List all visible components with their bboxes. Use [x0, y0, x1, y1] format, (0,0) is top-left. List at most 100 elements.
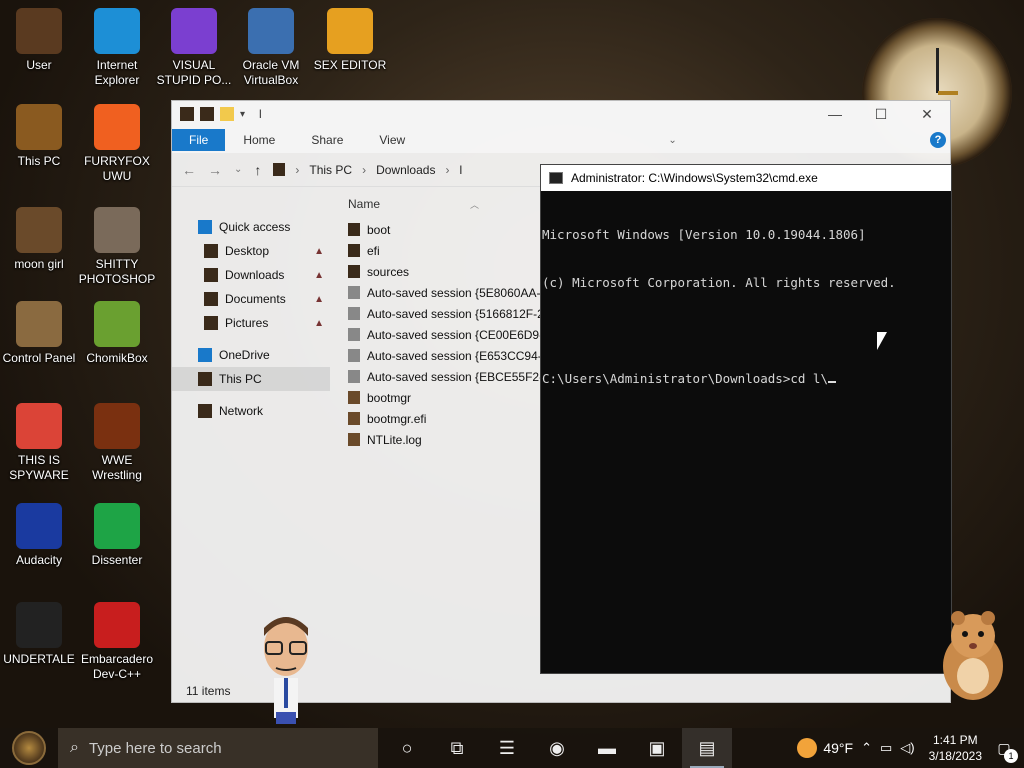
tab-home[interactable]: Home [225, 133, 293, 147]
pin-icon[interactable]: ▲ [314, 246, 324, 257]
desktop-icon[interactable]: VISUAL STUPID PO... [155, 8, 233, 88]
hex-editor-icon [327, 8, 373, 54]
weather-temp: 49°F [823, 740, 854, 756]
breadcrumb-current[interactable]: l [459, 163, 462, 177]
xml-file-icon [348, 286, 360, 299]
desktop-icon[interactable]: moon girl [0, 207, 78, 272]
sort-ascending-icon: ︿ [470, 199, 480, 210]
volume-icon[interactable]: ◁) [900, 740, 914, 756]
desktop-icon[interactable]: FURRYFOX UWU [78, 104, 156, 184]
nav-item[interactable]: Quick access [172, 215, 330, 239]
visual-studio-icon [171, 8, 217, 54]
desktop-icon-label: User [26, 58, 52, 72]
file-explorer-icon[interactable]: ▬ [582, 728, 632, 768]
desktop-icon[interactable]: SEX EDITOR [311, 8, 389, 73]
chrome-icon[interactable]: ◉ [532, 728, 582, 768]
desktop-icon[interactable]: THIS IS SPYWARE [0, 403, 78, 483]
nav-item[interactable]: OneDrive [172, 343, 330, 367]
desktop-icon-label: SEX EDITOR [313, 58, 387, 72]
desktop-icon[interactable]: Internet Explorer [78, 8, 156, 88]
cmd-window[interactable]: Administrator: C:\Windows\System32\cmd.e… [540, 164, 952, 674]
pin-icon[interactable]: ▲ [314, 270, 324, 281]
task-view-icon[interactable]: ⧉ [432, 728, 482, 768]
network-icon[interactable]: ▭ [880, 740, 892, 756]
desktop-icon[interactable]: Control Panel [0, 301, 78, 366]
nav-item[interactable]: Desktop ▲ [172, 239, 330, 263]
cmd-icon [549, 172, 563, 184]
chomikbox-icon [94, 301, 140, 347]
show-hidden-icons-icon[interactable]: ⌃ [861, 740, 872, 756]
desktop-icon-label: Internet Explorer [94, 58, 140, 87]
maximize-icon[interactable]: ☐ [858, 106, 904, 123]
desktop-icon-label: WWE Wrestling [92, 453, 142, 482]
pictures-folder-icon [204, 316, 218, 330]
nav-item[interactable]: This PC [172, 367, 330, 391]
desktop-icon[interactable]: ChomikBox [78, 301, 156, 366]
folder-icon [348, 265, 360, 278]
tab-share[interactable]: Share [293, 133, 361, 147]
breadcrumb-this-pc[interactable]: This PC [309, 163, 352, 177]
chrome-icon [16, 403, 62, 449]
desktop-icon[interactable]: Dissenter [78, 503, 156, 568]
minimize-icon[interactable]: — [812, 106, 858, 123]
help-icon[interactable]: ? [929, 132, 946, 148]
desktop-icon-label: VISUAL STUPID PO... [156, 58, 232, 87]
cmd-title: Administrator: C:\Windows\System32\cmd.e… [571, 171, 818, 185]
nav-item-label: OneDrive [219, 348, 270, 362]
desktop-icon[interactable]: Oracle VM VirtualBox [232, 8, 310, 88]
console-line: Microsoft Windows [Version 10.0.19044.18… [542, 227, 866, 242]
pin-icon[interactable]: ▲ [314, 294, 324, 305]
properties-icon[interactable] [200, 107, 214, 121]
nav-item[interactable]: Network [172, 399, 330, 423]
desktop-icon[interactable]: WWE Wrestling [78, 403, 156, 483]
start-button[interactable] [0, 728, 58, 768]
clock-date: 3/18/2023 [928, 749, 982, 763]
tab-view[interactable]: View [361, 133, 423, 147]
text-cursor-icon [827, 371, 836, 383]
desktop-icon[interactable]: Audacity [0, 503, 78, 568]
desktop-icon-label: Oracle VM VirtualBox [242, 58, 300, 87]
weather-widget[interactable]: 49°F [797, 738, 853, 758]
log-file-icon [348, 433, 360, 446]
action-center-button[interactable]: ▢ 1 [990, 740, 1018, 763]
cortana-icon[interactable]: ○ [382, 728, 432, 768]
cmd-console[interactable]: Microsoft Windows [Version 10.0.19044.18… [541, 191, 951, 419]
desktop-icon[interactable]: SHITTY PHOTOSHOP [78, 207, 156, 287]
breadcrumb-downloads[interactable]: Downloads [376, 163, 435, 177]
chomikbox-icon[interactable]: ▣ [632, 728, 682, 768]
tab-file[interactable]: File [172, 129, 226, 151]
console-prompt-line[interactable]: C:\Users\Administrator\Downloads>cd l\ [542, 371, 951, 387]
nav-item[interactable]: Pictures ▲ [172, 311, 330, 335]
hamster-mascot [943, 611, 1003, 700]
desktop-icon[interactable]: This PC [0, 104, 78, 169]
desktop-icon-label: ChomikBox [86, 351, 148, 365]
recent-locations-icon[interactable]: ⌄ [234, 164, 242, 175]
nav-item[interactable]: Downloads ▲ [172, 263, 330, 287]
xml-file-icon [348, 307, 360, 320]
desktop-icon[interactable]: User [0, 8, 78, 73]
cmd-icon[interactable]: ▤ [682, 728, 732, 768]
back-arrow-icon[interactable]: ← [182, 162, 196, 178]
nav-item[interactable]: Documents ▲ [172, 287, 330, 311]
user-icon [16, 8, 62, 54]
taskbar: ⌕ Type here to search ○ ⧉ ☰ ◉ ▬ ▣ ▤ 49°F ⌃ ▭ ◁… [0, 728, 1024, 768]
customize-toolbar-icon[interactable]: ▾ [240, 109, 245, 120]
desktop-icon[interactable]: UNDERTALE [0, 602, 78, 667]
desktop-icon-label: Embarcadero Dev-C++ [80, 652, 154, 681]
taskbar-search-box[interactable]: ⌕ Type here to search [58, 728, 378, 768]
close-icon[interactable]: ✕ [904, 106, 950, 123]
firefox-icon [94, 104, 140, 150]
explorer-titlebar[interactable]: ▾ l — ☐ ✕ [172, 101, 950, 127]
wwe-icon [94, 403, 140, 449]
taskbar-clock[interactable]: 1:41 PM 3/18/2023 [929, 732, 982, 764]
up-arrow-icon[interactable]: ↑ [254, 162, 261, 178]
new-folder-icon[interactable] [220, 107, 234, 121]
forward-arrow-icon[interactable]: → [208, 162, 222, 178]
cmd-titlebar[interactable]: Administrator: C:\Windows\System32\cmd.e… [541, 165, 951, 191]
desktop-icon[interactable]: Embarcadero Dev-C++ [78, 602, 156, 682]
pin-icon[interactable]: ▲ [314, 318, 324, 329]
file-icon [348, 412, 360, 425]
dissenter-icon[interactable]: ☰ [482, 728, 532, 768]
breadcrumb-separator-icon: › [362, 162, 367, 177]
expand-ribbon-icon[interactable]: ⌄ [668, 135, 676, 146]
